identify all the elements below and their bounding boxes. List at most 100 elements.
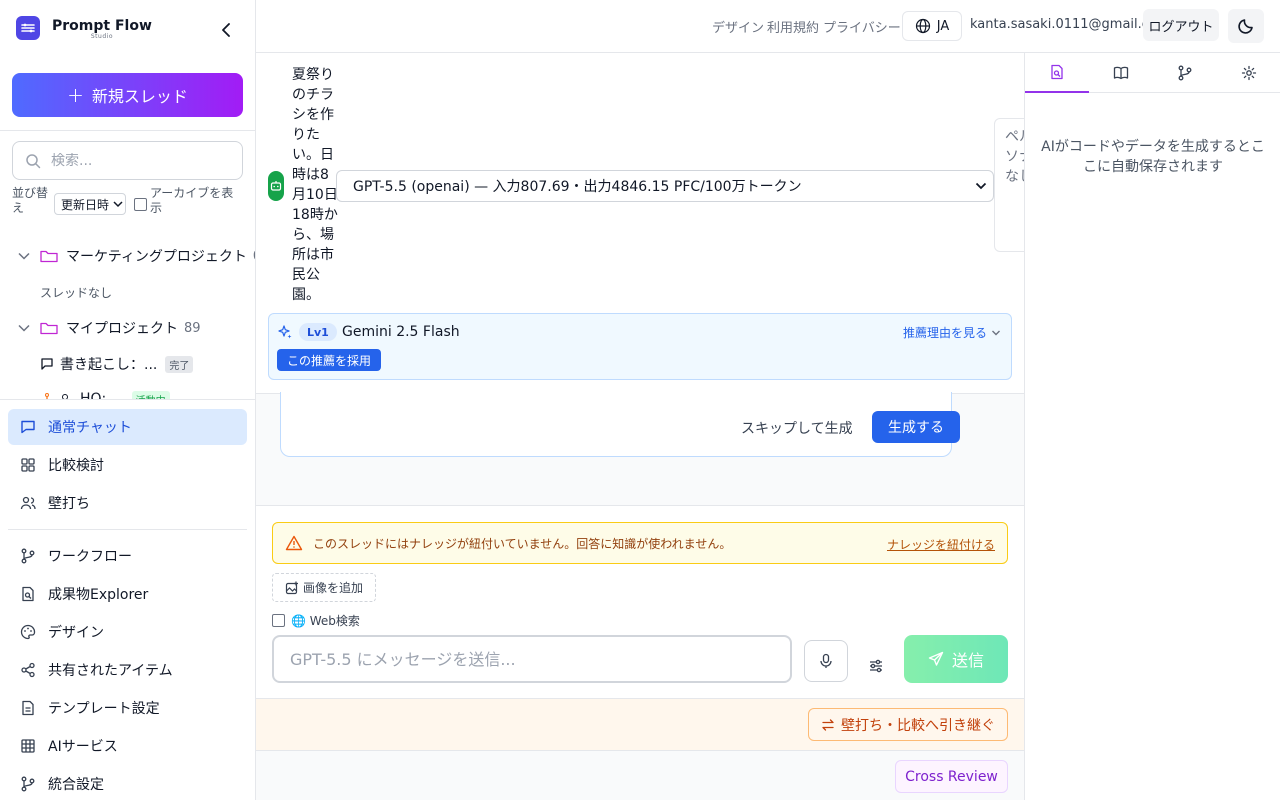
- adopt-recommendation-button[interactable]: この推薦を採用: [277, 349, 382, 371]
- sidebar: Prompt Flow Studio + 新規スレッド 並び替え 更新日時 アー…: [0, 0, 256, 800]
- level-badge: Lv1: [299, 323, 337, 341]
- status-badge: 完了: [165, 355, 194, 373]
- archive-checkbox[interactable]: [134, 198, 148, 211]
- thread-item[interactable]: 書き起こし：... 完了: [40, 349, 194, 379]
- design-link[interactable]: デザイン: [712, 17, 764, 36]
- new-thread-button[interactable]: + 新規スレッド: [12, 73, 243, 117]
- chevron-down-icon: [18, 324, 30, 332]
- chat-icon: [41, 358, 53, 370]
- status-badge: 活動中: [131, 390, 170, 399]
- reason-label: 推薦理由を見る: [902, 326, 987, 340]
- nav-label: ワークフロー: [48, 549, 132, 565]
- nav-normal-chat[interactable]: 通常チャット: [8, 409, 247, 445]
- voice-input-button[interactable]: [804, 640, 848, 682]
- send-icon: [928, 651, 944, 666]
- persona-selector[interactable]: ペルソナなし: [994, 118, 1024, 252]
- tab-knowledge[interactable]: [1089, 53, 1153, 93]
- divider: [8, 529, 247, 530]
- terms-link[interactable]: 利用規約: [767, 17, 819, 36]
- thread-label: HQ:...: [80, 391, 120, 399]
- branch-icon: [1178, 65, 1192, 81]
- nav-label: 比較検討: [48, 458, 104, 474]
- tab-settings[interactable]: [1217, 53, 1280, 93]
- user-message: 夏祭りのチラシを作りたい。日時は8月10日18時から、場所は市民公園。: [292, 67, 338, 303]
- logout-button[interactable]: ログアウト: [1143, 9, 1219, 41]
- artifacts-panel: AIがコードやデータを生成するとここに自動保存されます: [1024, 53, 1280, 800]
- image-add-icon: [285, 581, 298, 594]
- send-label: 送信: [951, 651, 984, 670]
- theme-toggle-button[interactable]: [1228, 9, 1264, 43]
- workflow-icon: [20, 548, 36, 564]
- show-reason-link[interactable]: 推薦理由を見る: [903, 324, 1001, 341]
- generation-card: スキップして生成 生成する: [280, 392, 960, 457]
- nav-shared-items[interactable]: 共有されたアイテム: [8, 652, 247, 688]
- nav-label: 成果物Explorer: [48, 587, 149, 603]
- web-search-checkbox[interactable]: [272, 614, 285, 627]
- project-tree: マーケティングプロジェクト 0 スレッドなし マイプロジェクト 89 書き起こし…: [0, 238, 255, 399]
- top-bar: デザイン 利用規約 プライバシー JA kanta.sasaki.0111@gm…: [256, 0, 1280, 53]
- cross-review-button[interactable]: Cross Review: [895, 760, 1008, 793]
- handoff-bar: 壁打ち・比較へ引き継ぐ: [256, 698, 1024, 750]
- nav-ai-services[interactable]: AIサービス: [8, 728, 247, 764]
- palette-icon: [20, 624, 36, 640]
- generate-button[interactable]: 生成する: [872, 411, 960, 443]
- handoff-button[interactable]: 壁打ち・比較へ引き継ぐ: [808, 708, 1008, 741]
- brand[interactable]: Prompt Flow Studio: [16, 16, 152, 40]
- swap-icon: [822, 718, 834, 731]
- warning-text: このスレッドにはナレッジが紐付いていません。回答に知識が使われません。: [313, 536, 732, 551]
- link-knowledge-link[interactable]: ナレッジを紐付ける: [887, 536, 995, 553]
- divider: [0, 130, 255, 131]
- settings-icon: [1241, 65, 1257, 81]
- folder-marketing[interactable]: マーケティングプロジェクト 0: [18, 241, 255, 271]
- language-button[interactable]: JA: [902, 11, 962, 41]
- folder-count: 89: [184, 320, 201, 336]
- folder-label: マイプロジェクト: [66, 321, 178, 337]
- book-icon: [1113, 66, 1129, 80]
- users-icon: [20, 495, 36, 511]
- nav-template-settings[interactable]: テンプレート設定: [8, 690, 247, 726]
- web-search-toggle[interactable]: 🌐 Web検索: [272, 612, 360, 629]
- collapse-sidebar-button[interactable]: [214, 18, 238, 42]
- branch-icon: [45, 393, 49, 399]
- warning-icon: [285, 535, 303, 551]
- options-button[interactable]: [862, 652, 890, 680]
- message-input[interactable]: [290, 649, 780, 669]
- nav-compare[interactable]: 比較検討: [8, 447, 247, 483]
- add-image-button[interactable]: 画像を追加: [272, 573, 376, 602]
- chevron-left-icon: [222, 23, 230, 37]
- nav-design[interactable]: デザイン: [8, 614, 247, 650]
- tab-branches[interactable]: [1153, 53, 1217, 93]
- tab-artifacts[interactable]: [1025, 53, 1089, 93]
- nav-label: 統合設定: [48, 777, 104, 793]
- archive-toggle[interactable]: アーカイブを表示: [134, 186, 238, 216]
- thread-item[interactable]: HQ:... 活動中: [44, 384, 170, 399]
- nav-artifacts-explorer[interactable]: 成果物Explorer: [8, 576, 247, 612]
- archive-label: アーカイブを表示: [150, 186, 234, 215]
- folder-icon: [40, 322, 58, 335]
- composer: このスレッドにはナレッジが紐付いていません。回答に知識が使われません。 ナレッジ…: [256, 505, 1024, 698]
- handoff-label: 壁打ち・比較へ引き継ぐ: [841, 717, 995, 734]
- skip-and-generate-button[interactable]: スキップして生成: [741, 418, 853, 438]
- thread-search[interactable]: [12, 141, 243, 180]
- message-input-box[interactable]: [272, 635, 792, 683]
- send-button[interactable]: 送信: [904, 635, 1008, 683]
- artifacts-icon: [1051, 64, 1063, 80]
- bot-icon: [268, 171, 284, 201]
- nav-workflow[interactable]: ワークフロー: [8, 538, 247, 574]
- recommended-model: Gemini 2.5 Flash: [342, 324, 460, 340]
- privacy-link[interactable]: プライバシー: [823, 17, 901, 36]
- folder-my-project[interactable]: マイプロジェクト 89: [18, 313, 201, 343]
- nav-label: デザイン: [48, 625, 104, 641]
- plus-icon: +: [67, 83, 84, 107]
- web-search-label: 🌐 Web検索: [291, 614, 360, 628]
- chevron-down-icon: [18, 252, 30, 260]
- model-select[interactable]: GPT-5.5 (openai) — 入力807.69・出力4846.15 PF…: [336, 170, 994, 202]
- sort-select[interactable]: 更新日時: [54, 193, 127, 215]
- nav-brainstorm[interactable]: 壁打ち: [8, 485, 247, 521]
- nav-integration-settings[interactable]: 統合設定: [8, 766, 247, 800]
- sliders-icon: [870, 659, 882, 673]
- search-input[interactable]: [51, 152, 231, 169]
- sparkles-icon: [278, 325, 292, 339]
- chat-icon: [20, 419, 36, 435]
- user-email: kanta.sasaki.0111@gmail.com: [970, 17, 1170, 32]
